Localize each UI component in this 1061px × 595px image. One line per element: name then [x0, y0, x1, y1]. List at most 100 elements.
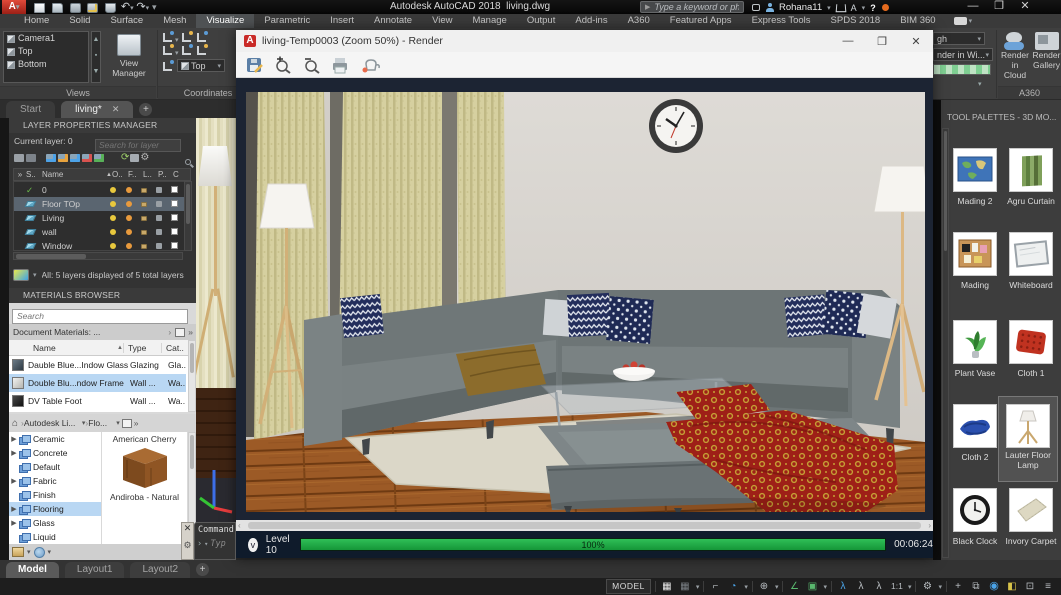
palette-label-agru-curtain[interactable]: Agru Curtain — [1003, 196, 1059, 206]
layer-row-0[interactable]: ✓ 0 — [14, 183, 189, 197]
palette-item-agru-curtain[interactable] — [1009, 148, 1053, 192]
help-icon[interactable]: ? — [870, 3, 876, 13]
drawing-viewport[interactable] — [196, 118, 236, 560]
osnap-icon[interactable]: ⊕ — [757, 579, 771, 594]
set-current-icon[interactable] — [94, 153, 104, 162]
document-materials-bar[interactable]: Document Materials: ... › » — [9, 324, 196, 340]
palette-label-lauter-floor-lamp[interactable]: Lauter Floor Lamp — [1000, 450, 1056, 470]
layer-row-window[interactable]: Window — [14, 239, 189, 253]
settings-gear-icon[interactable]: ⚙ — [140, 152, 149, 163]
render-panel-expand-icon[interactable]: ▾ — [978, 80, 988, 90]
render-environment-icon[interactable] — [360, 56, 382, 74]
tab-featured-apps[interactable]: Featured Apps — [660, 14, 742, 28]
palette-item-mading[interactable] — [953, 232, 997, 276]
palette-label-invory-carpet[interactable]: Invory Carpet — [1003, 536, 1059, 546]
undo-icon[interactable]: ↶ — [121, 1, 130, 13]
render-in-cloud-button[interactable]: Render in Cloud — [1000, 30, 1030, 80]
open-file-icon[interactable] — [51, 3, 63, 13]
ucs-origin-icon[interactable] — [196, 31, 208, 42]
material-row-frame[interactable]: Double Blu...ndow Frame Wall ... Wa.. — [9, 374, 186, 392]
ribbon-options-icon[interactable]: ▾ — [969, 17, 973, 25]
create-material-dropdown-icon[interactable]: ▾ — [48, 548, 52, 556]
manage-library-dropdown-icon[interactable]: ▾ — [27, 548, 31, 556]
tab-surface[interactable]: Surface — [100, 14, 153, 28]
plot-icon[interactable] — [105, 3, 117, 13]
scroll-right-icon[interactable]: › — [928, 521, 931, 530]
grid-display-icon[interactable]: ▦ — [660, 579, 674, 594]
palette-label-black-clock[interactable]: Black Clock — [947, 536, 1003, 546]
annotation-scale-icon[interactable]: λ — [872, 579, 886, 594]
ucs-z-icon[interactable] — [163, 44, 174, 55]
materials-search-input[interactable] — [12, 306, 188, 324]
palette-label-whiteboard[interactable]: Whiteboard — [1003, 280, 1059, 290]
materials-more-icon[interactable]: » — [188, 327, 193, 337]
new-layer-vp-frozen-icon[interactable] — [58, 153, 68, 162]
material-row-table-foot[interactable]: DV Table Foot Wall ... Wa.. — [9, 392, 186, 410]
layer-filter-dropdown-icon[interactable]: ▾ — [33, 271, 37, 279]
autocad-logo-icon[interactable]: A▾ — [2, 0, 26, 14]
command-input-ghost[interactable]: Typ — [210, 539, 225, 549]
render-size-bar[interactable] — [933, 64, 991, 75]
tree-item-liquid[interactable]: Liquid — [9, 530, 101, 544]
home-icon[interactable]: ⌂ — [12, 418, 18, 429]
tab-bim360[interactable]: BIM 360 — [890, 14, 945, 28]
qat-customize-icon[interactable]: ▾ — [152, 2, 157, 12]
command-grip[interactable]: ✕ ⚙ — [181, 522, 194, 560]
ucs-named-icon[interactable] — [163, 60, 174, 71]
new-layout-button[interactable]: + — [196, 563, 210, 576]
palette-item-plant-vase[interactable] — [953, 320, 997, 364]
scale-dropdown-icon[interactable]: ▾ — [908, 583, 912, 591]
units-icon[interactable]: ⧉ — [969, 579, 983, 594]
snap-mode-icon[interactable]: ▦ — [678, 579, 692, 594]
layer-freeze-icon[interactable] — [126, 187, 132, 193]
tab-output[interactable]: Output — [517, 14, 566, 28]
annotation-monitor-icon[interactable]: + — [951, 579, 965, 594]
layer-lock-icon[interactable] — [141, 188, 147, 193]
palette-label-cloth1[interactable]: Cloth 1 — [1003, 368, 1059, 378]
layer-color-chip[interactable] — [171, 186, 178, 193]
library-more-icon[interactable]: » — [134, 418, 139, 428]
a360-dropdown-icon[interactable]: ▾ — [862, 4, 866, 12]
palette-item-whiteboard[interactable] — [1009, 232, 1053, 276]
wood-swatch[interactable] — [121, 446, 169, 490]
palette-item-lauter-floor-lamp[interactable] — [1006, 404, 1050, 448]
webcam-icon[interactable] — [953, 17, 967, 25]
library-dropdown[interactable]: Autodesk Li... — [24, 418, 82, 428]
workspace-dropdown-icon[interactable]: ▾ — [938, 583, 942, 591]
binoculars-icon[interactable] — [752, 4, 760, 11]
progress-expand-icon[interactable]: v — [248, 537, 258, 552]
layer-hscrollbar[interactable] — [13, 252, 183, 260]
ucs-view-icon[interactable] — [181, 44, 193, 55]
tree-item-finish[interactable]: Finish — [9, 488, 101, 502]
layer-filter-icon[interactable] — [13, 269, 29, 281]
tab-view[interactable]: View — [422, 14, 462, 28]
file-tab-start[interactable]: Start — [6, 101, 56, 118]
scroll-left-icon[interactable]: ‹ — [238, 521, 241, 530]
maximize-button[interactable]: ❐ — [986, 0, 1012, 13]
close-button[interactable]: ✕ — [1012, 0, 1038, 13]
save-icon[interactable] — [69, 3, 81, 13]
library-display-icon[interactable] — [121, 418, 132, 428]
tree-item-fabric[interactable]: ▶ Fabric — [9, 474, 101, 488]
clean-screen-icon[interactable]: ⊡ — [1023, 579, 1037, 594]
delete-layer-icon[interactable] — [70, 153, 80, 162]
tab-a360[interactable]: A360 — [618, 14, 660, 28]
tree-item-default[interactable]: Default — [9, 460, 101, 474]
delete-layer2-icon[interactable] — [82, 153, 92, 162]
views-panel-label[interactable]: Views — [0, 86, 156, 99]
palette-item-cloth2[interactable] — [953, 404, 997, 448]
username[interactable]: Rohana11 — [779, 2, 822, 13]
zoom-out-icon[interactable] — [302, 56, 320, 74]
file-tab-living[interactable]: living* ✕ — [61, 101, 134, 118]
command-box[interactable]: Command: › ▾ Typ — [194, 522, 236, 560]
osnap-dropdown-icon[interactable]: ▾ — [775, 583, 779, 591]
palette-label-mading[interactable]: Mading — [947, 280, 1003, 290]
display-options-icon[interactable] — [175, 327, 186, 337]
tab-solid[interactable]: Solid — [59, 14, 100, 28]
quick-properties-icon[interactable]: ◉ — [987, 579, 1001, 594]
layer-table-header[interactable]: » S.. Name ▲ O.. F.. L.. P.. C — [13, 168, 191, 181]
tool-palettes-title[interactable]: TOOL PALETTES - 3D MO... — [947, 112, 1059, 122]
tree-item-ceramic[interactable]: ▶ Ceramic — [9, 432, 101, 446]
palette-label-plant-vase[interactable]: Plant Vase — [947, 368, 1003, 378]
tree-item-concrete[interactable]: ▶ Concrete — [9, 446, 101, 460]
